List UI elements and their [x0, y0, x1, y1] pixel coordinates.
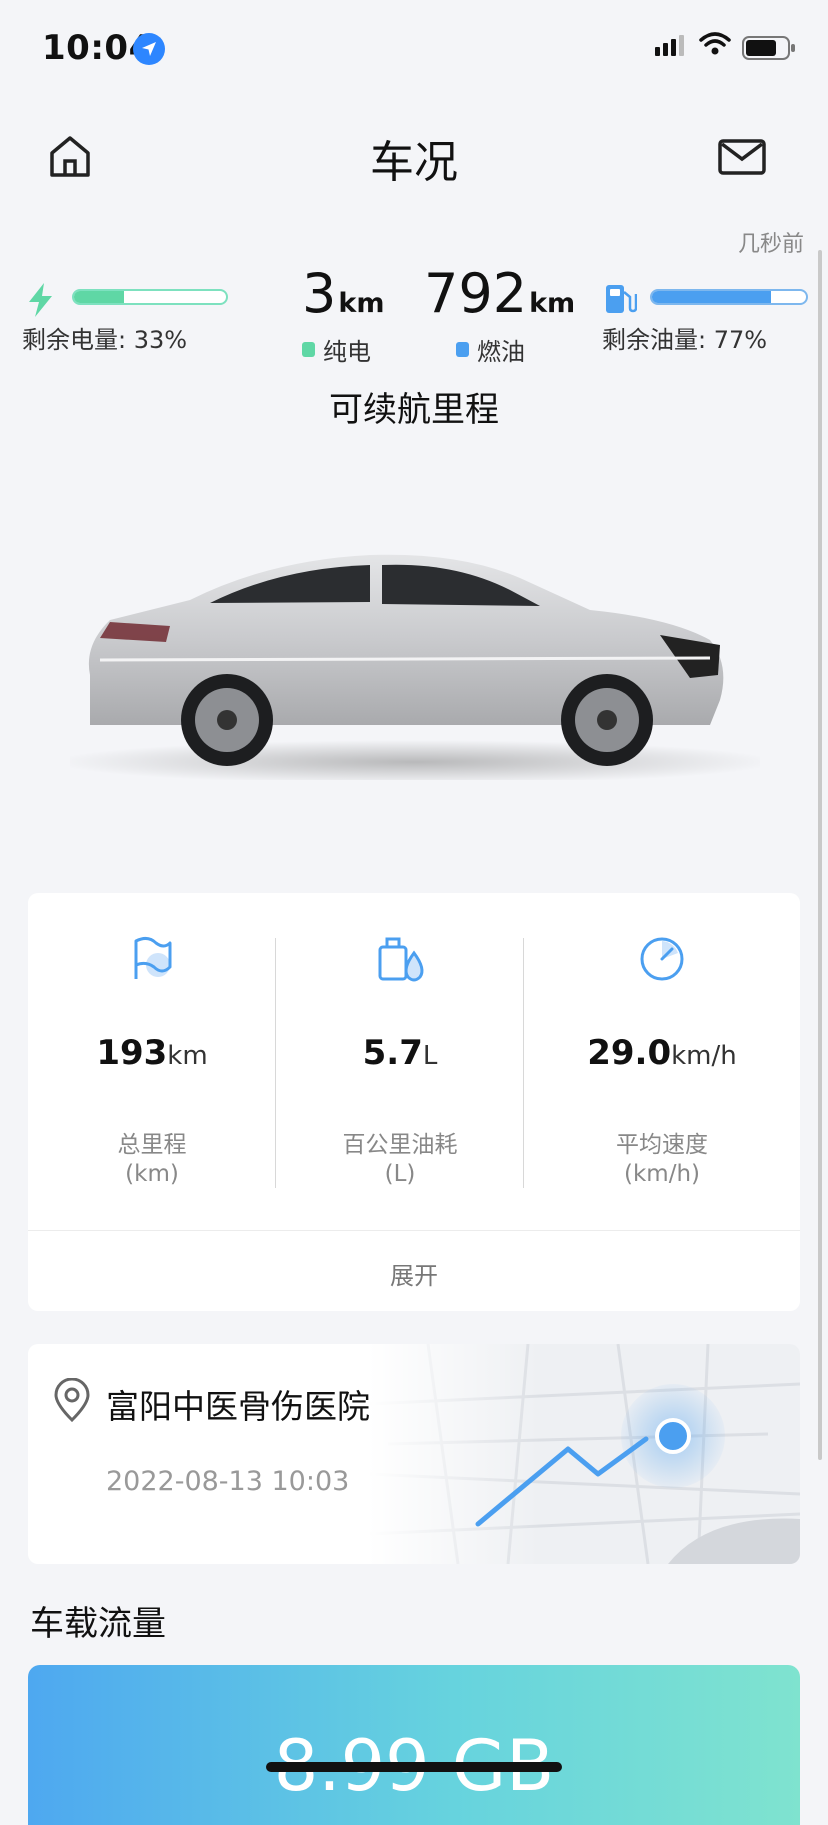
- home-indicator[interactable]: [266, 1762, 562, 1772]
- stat-unit: L: [422, 1041, 438, 1071]
- stat-label: 总里程: [117, 1132, 187, 1158]
- mail-button[interactable]: [718, 139, 766, 175]
- range-label: 可续航里程: [329, 390, 499, 430]
- mail-icon: [718, 139, 766, 175]
- stat-label: 百公里油耗: [342, 1132, 458, 1158]
- battery-level-label: 剩余电量: 33%: [22, 326, 188, 354]
- fuel-legend-icon: [456, 342, 469, 357]
- location-name: 富阳中医骨伤医院: [106, 1387, 370, 1426]
- divider: [28, 1230, 800, 1231]
- section-title-data-usage: 车载流量: [30, 1604, 166, 1644]
- electric-range: 3km: [302, 262, 384, 325]
- location-time: 2022-08-13 10:03: [106, 1466, 350, 1497]
- stat-total-mileage: 193km 总里程 (km): [28, 893, 276, 1233]
- electric-range-value: 3: [302, 262, 337, 325]
- map-thumbnail[interactable]: [367, 1344, 800, 1564]
- fuel-tag-label: 燃油: [477, 338, 525, 366]
- updated-time: 几秒前: [737, 232, 804, 257]
- trip-stats-card: 193km 总里程 (km) 5.7L 百公里油耗 (L) 29.0km/h 平…: [28, 893, 800, 1311]
- stat-unit: km/h: [671, 1041, 737, 1071]
- wifi-icon: [699, 32, 731, 60]
- stat-unit: km: [167, 1041, 208, 1071]
- stat-average-speed: 29.0km/h 平均速度 (km/h): [524, 893, 800, 1233]
- stat-value: 5.7: [362, 1033, 423, 1073]
- battery-icon: [742, 36, 796, 64]
- battery-level-bar: [72, 289, 228, 305]
- location-pin-icon: [52, 1377, 92, 1426]
- electric-range-unit: km: [338, 288, 385, 319]
- electric-tag: 纯电: [302, 332, 371, 367]
- fuel-range: 792km: [424, 262, 575, 325]
- electric-legend-icon: [302, 342, 315, 357]
- speedometer-icon: [638, 935, 686, 983]
- scrollbar[interactable]: [818, 250, 822, 1460]
- stat-label: 平均速度: [616, 1132, 708, 1158]
- map-pin-icon: [655, 1418, 691, 1454]
- stat-value: 193: [96, 1033, 168, 1073]
- location-arrow-icon: [133, 33, 165, 65]
- fuel-range-unit: km: [529, 288, 576, 319]
- fuel-range-value: 792: [424, 262, 528, 325]
- stat-value: 29.0: [587, 1033, 672, 1073]
- fuel-tag: 燃油: [456, 332, 525, 367]
- stat-fuel-consumption: 5.7L 百公里油耗 (L): [276, 893, 524, 1233]
- fuel-pump-icon: [603, 282, 638, 320]
- page-title: 车况: [370, 137, 458, 188]
- electric-tag-label: 纯电: [323, 338, 371, 366]
- fuel-level-label: 剩余油量: 77%: [602, 326, 768, 354]
- stat-sublabel: (km/h): [624, 1161, 700, 1187]
- car-image: [55, 540, 775, 784]
- lightning-icon: [26, 283, 56, 321]
- cellular-signal-icon: [655, 34, 689, 60]
- flag-icon: [128, 935, 176, 983]
- stat-sublabel: (L): [384, 1161, 416, 1187]
- fuel-level-bar: [650, 289, 808, 305]
- data-usage-card[interactable]: 8.99 GB: [28, 1665, 800, 1825]
- vehicle-location-card[interactable]: 富阳中医骨伤医院 2022-08-13 10:03: [28, 1344, 800, 1564]
- expand-button[interactable]: 展开: [28, 1256, 800, 1291]
- oil-drop-icon: [376, 935, 424, 983]
- stat-sublabel: (km): [125, 1161, 179, 1187]
